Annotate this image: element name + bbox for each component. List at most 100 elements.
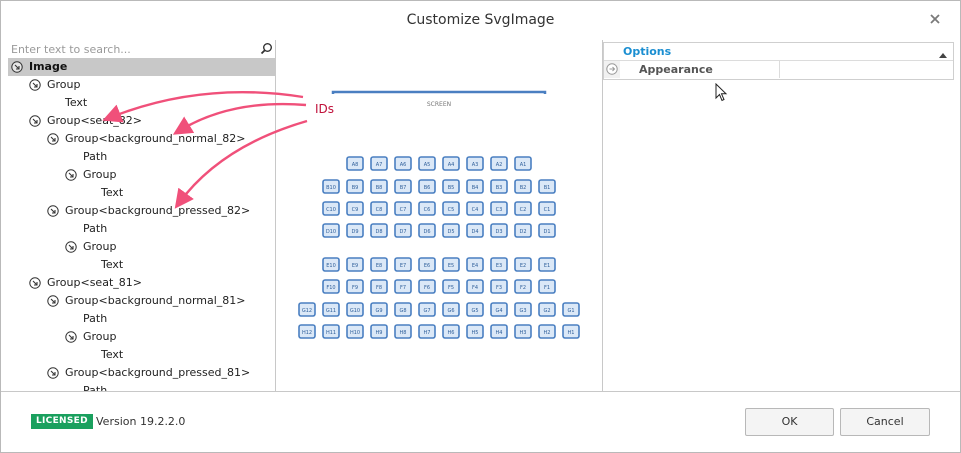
seat[interactable]: D7 [394, 223, 412, 238]
seat[interactable]: B2 [514, 179, 532, 194]
seat[interactable]: C3 [490, 201, 508, 216]
tree-node[interactable]: Group<background_pressed_82> [8, 202, 275, 220]
seat[interactable]: E3 [490, 257, 508, 272]
collapse-arrow-icon[interactable] [29, 277, 41, 289]
seat[interactable]: G1 [562, 302, 580, 317]
collapse-arrow-icon[interactable] [47, 205, 59, 217]
expand-arrow-icon[interactable] [606, 63, 618, 75]
search-input[interactable] [8, 40, 258, 58]
seat[interactable]: A3 [466, 156, 484, 171]
seat[interactable]: C10 [322, 201, 340, 216]
seat[interactable]: F3 [490, 279, 508, 294]
seat[interactable]: C6 [418, 201, 436, 216]
seat[interactable]: F7 [394, 279, 412, 294]
seat[interactable]: D5 [442, 223, 460, 238]
tree-node[interactable]: Group<background_normal_82> [8, 130, 275, 148]
seat[interactable]: D4 [466, 223, 484, 238]
seat[interactable]: D8 [370, 223, 388, 238]
seat[interactable]: D10 [322, 223, 340, 238]
collapse-up-icon[interactable] [939, 48, 947, 58]
collapse-arrow-icon[interactable] [47, 367, 59, 379]
tree-node[interactable]: Path [8, 220, 275, 238]
tree-node[interactable]: Group [8, 328, 275, 346]
tree-node[interactable]: Text [8, 346, 275, 364]
collapse-arrow-icon[interactable] [47, 295, 59, 307]
seat[interactable]: H11 [322, 324, 340, 339]
seat[interactable]: G5 [466, 302, 484, 317]
tree-node[interactable]: Path [8, 148, 275, 166]
seat[interactable]: A2 [490, 156, 508, 171]
seat[interactable]: B1 [538, 179, 556, 194]
collapse-arrow-icon[interactable] [47, 133, 59, 145]
property-row-appearance[interactable]: Appearance [604, 61, 953, 79]
seat[interactable]: F10 [322, 279, 340, 294]
seat[interactable]: E5 [442, 257, 460, 272]
seat[interactable]: A1 [514, 156, 532, 171]
seat[interactable]: F9 [346, 279, 364, 294]
tree-node[interactable]: Path [8, 310, 275, 328]
seat[interactable]: H5 [466, 324, 484, 339]
seat[interactable]: F1 [538, 279, 556, 294]
seat[interactable]: B4 [466, 179, 484, 194]
seat[interactable]: A5 [418, 156, 436, 171]
collapse-arrow-icon[interactable] [65, 169, 77, 181]
seat[interactable]: G2 [538, 302, 556, 317]
seat[interactable]: G12 [298, 302, 316, 317]
seat[interactable]: A8 [346, 156, 364, 171]
ok-button[interactable]: OK [745, 408, 834, 436]
seat[interactable]: G8 [394, 302, 412, 317]
search-icon[interactable] [260, 42, 273, 55]
seat[interactable]: G11 [322, 302, 340, 317]
seat[interactable]: F5 [442, 279, 460, 294]
close-icon[interactable] [928, 12, 942, 26]
tree-node[interactable]: Group [8, 238, 275, 256]
seat[interactable]: F8 [370, 279, 388, 294]
seat[interactable]: A4 [442, 156, 460, 171]
seat[interactable]: E10 [322, 257, 340, 272]
seat[interactable]: H8 [394, 324, 412, 339]
seat[interactable]: G6 [442, 302, 460, 317]
tree-node[interactable]: Group [8, 166, 275, 184]
tree-node[interactable]: Text [8, 94, 275, 112]
seat[interactable]: C5 [442, 201, 460, 216]
seat[interactable]: H3 [514, 324, 532, 339]
seat[interactable]: F2 [514, 279, 532, 294]
seat[interactable]: G10 [346, 302, 364, 317]
tree-node[interactable]: Group<seat_82> [8, 112, 275, 130]
seat[interactable]: B5 [442, 179, 460, 194]
seat[interactable]: H2 [538, 324, 556, 339]
cancel-button[interactable]: Cancel [840, 408, 930, 436]
seat[interactable]: D2 [514, 223, 532, 238]
seat[interactable]: B7 [394, 179, 412, 194]
seat[interactable]: H9 [370, 324, 388, 339]
seat[interactable]: D6 [418, 223, 436, 238]
tree-node[interactable]: Text [8, 184, 275, 202]
seat[interactable]: H12 [298, 324, 316, 339]
seat[interactable]: E6 [418, 257, 436, 272]
collapse-arrow-icon[interactable] [65, 331, 77, 343]
collapse-arrow-icon[interactable] [29, 115, 41, 127]
tree-node[interactable]: Text [8, 256, 275, 274]
seat[interactable]: G4 [490, 302, 508, 317]
seat[interactable]: D3 [490, 223, 508, 238]
seat[interactable]: B10 [322, 179, 340, 194]
seat[interactable]: C9 [346, 201, 364, 216]
seat[interactable]: E7 [394, 257, 412, 272]
seat[interactable]: D9 [346, 223, 364, 238]
tree-node[interactable]: Group [8, 76, 275, 94]
seat[interactable]: G9 [370, 302, 388, 317]
seat[interactable]: H1 [562, 324, 580, 339]
seat[interactable]: E9 [346, 257, 364, 272]
seat[interactable]: A6 [394, 156, 412, 171]
tree-node[interactable]: Group<background_normal_81> [8, 292, 275, 310]
tree-node[interactable]: Path [8, 382, 275, 391]
seat[interactable]: C2 [514, 201, 532, 216]
seat[interactable]: E4 [466, 257, 484, 272]
seat[interactable]: B3 [490, 179, 508, 194]
seat[interactable]: A7 [370, 156, 388, 171]
seat[interactable]: C1 [538, 201, 556, 216]
seat[interactable]: F6 [418, 279, 436, 294]
seat[interactable]: H4 [490, 324, 508, 339]
collapse-arrow-icon[interactable] [11, 61, 23, 73]
seat[interactable]: G3 [514, 302, 532, 317]
